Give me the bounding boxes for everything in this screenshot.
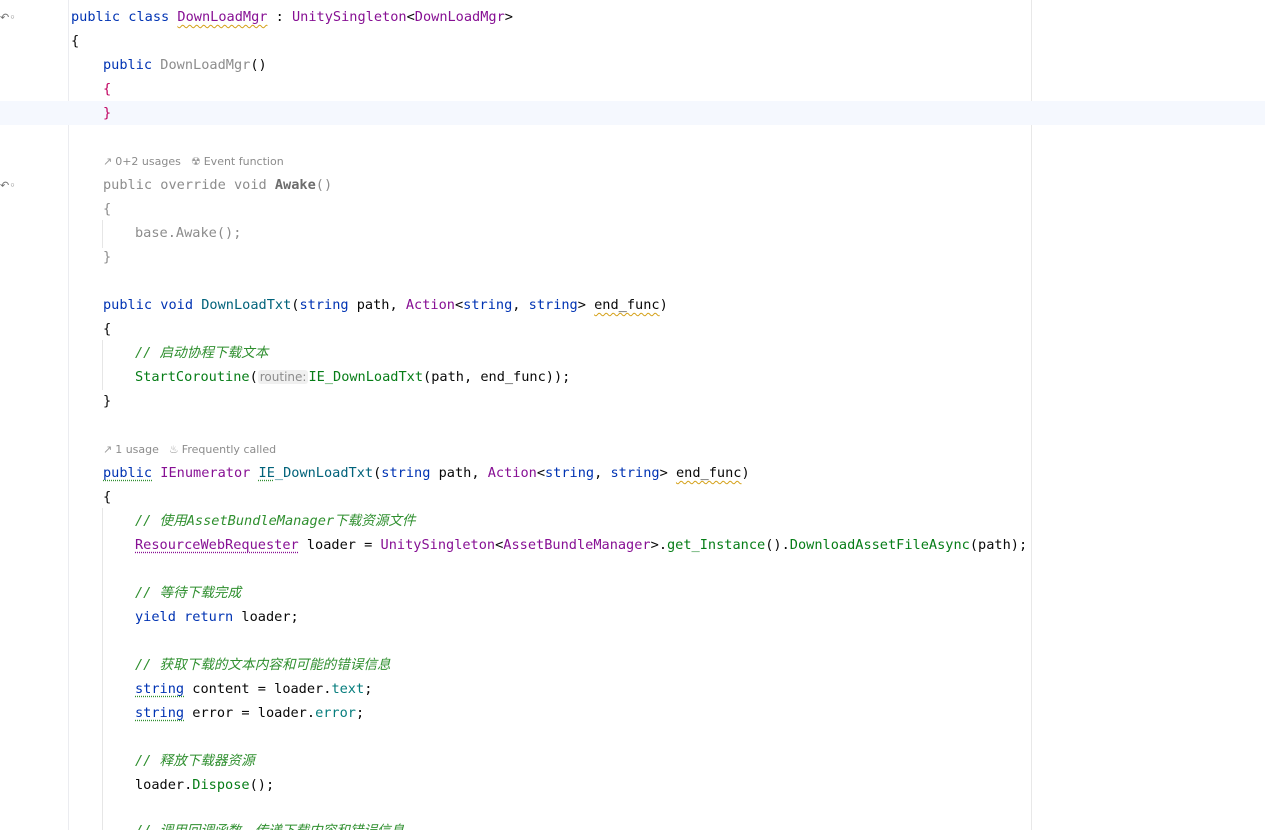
code-vision-hint[interactable]: ↗ 1 usage ♨ Frequently called — [103, 442, 276, 458]
code-line-current[interactable]: } — [0, 101, 1265, 125]
code-line[interactable]: { — [0, 197, 1265, 221]
code-line[interactable]: public void DownLoadTxt(string path, Act… — [0, 293, 1265, 317]
code-line[interactable]: // 启动协程下载文本 — [0, 341, 1265, 365]
code-line[interactable]: base.Awake(); — [0, 221, 1265, 245]
code-line[interactable]: { — [0, 485, 1265, 509]
code-line[interactable]: loader.Dispose(); — [0, 773, 1265, 797]
code-line[interactable]: // 获取下载的文本内容和可能的错误信息 — [0, 653, 1265, 677]
code-line[interactable]: string content = loader.text; — [0, 677, 1265, 701]
parameter-name-hint: routine: — [257, 370, 309, 384]
code-line[interactable]: public class DownLoadMgr : UnitySingleto… — [0, 5, 1265, 29]
code-vision-hint[interactable]: ↗ 0+2 usages ☢ Event function — [103, 154, 284, 170]
code-line[interactable]: StartCoroutine(routine: IE_DownLoadTxt(pa… — [0, 365, 1265, 389]
code-line[interactable]: // 等待下载完成 — [0, 581, 1265, 605]
code-line[interactable]: yield return loader; — [0, 605, 1265, 629]
flame-icon: ♨ — [168, 443, 179, 456]
code-line[interactable]: // 释放下载器资源 — [0, 749, 1265, 773]
code-line[interactable]: { — [0, 29, 1265, 53]
class-name: DownLoadMgr — [177, 9, 268, 25]
code-line[interactable]: public DownLoadMgr() — [0, 53, 1265, 77]
usages-icon: ↗ — [103, 155, 113, 168]
code-line[interactable]: { — [0, 317, 1265, 341]
code-line[interactable]: ResourceWebRequester loader = UnitySingl… — [0, 533, 1265, 557]
code-line[interactable]: } — [0, 245, 1265, 269]
code-line[interactable]: // 使用AssetBundleManager下载资源文件 — [0, 509, 1265, 533]
code-line[interactable]: public IEnumerator IE_DownLoadTxt(string… — [0, 461, 1265, 485]
code-line[interactable]: { — [0, 77, 1265, 101]
code-line[interactable]: public override void Awake() — [0, 173, 1265, 197]
usages-icon: ↗ — [103, 443, 113, 456]
code-line[interactable]: } — [0, 389, 1265, 413]
unity-event-icon: ☢ — [190, 155, 201, 168]
code-line[interactable]: string error = loader.error; — [0, 701, 1265, 725]
code-line-partial[interactable]: // 调用回调函数，传递下载内容和错误信息 — [0, 816, 1265, 830]
